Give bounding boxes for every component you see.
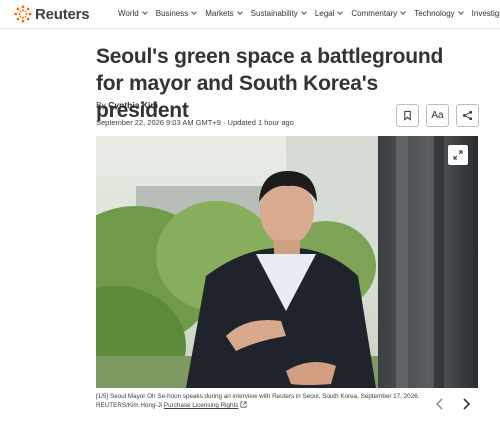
photo-caption: [1/5] Seoul Mayor Oh Se-hoon speaks duri… — [96, 392, 426, 410]
bookmark-icon — [404, 110, 411, 121]
chevron-down-icon — [457, 9, 464, 15]
text-size-button[interactable]: Aa — [426, 104, 449, 127]
author-link[interactable]: Cynthia Kim — [108, 100, 158, 110]
photo-carousel-controls — [432, 396, 474, 412]
nav-item-label: Legal — [314, 9, 335, 18]
nav-item-label: Business — [155, 9, 189, 18]
expand-button[interactable] — [448, 145, 468, 165]
nav-item-label: Investigations — [471, 9, 500, 18]
publish-date: September 22, 2026 9:03 AM GMT+9 · Updat… — [96, 118, 294, 127]
photo-credit: REUTERS/Kim Hong-Ji — [96, 402, 163, 409]
nav-item-markets[interactable]: Markets — [205, 9, 243, 18]
nav-item-commentary[interactable]: Commentary — [351, 9, 407, 18]
nav-item-business[interactable]: Business — [155, 9, 198, 18]
nav-item-label: Sustainability — [250, 9, 298, 18]
next-photo-button[interactable] — [458, 396, 474, 412]
chevron-right-icon — [463, 398, 471, 410]
top-nav: Reuters World Business Markets Sustainab… — [0, 0, 500, 29]
chevron-down-icon — [300, 9, 307, 15]
nav-item-investigations[interactable]: Investigations — [472, 9, 500, 18]
chevron-left-icon — [435, 398, 443, 410]
external-link-icon — [240, 401, 247, 408]
nav-item-label: Technology — [414, 9, 455, 18]
prev-photo-button[interactable] — [432, 396, 448, 412]
share-button[interactable] — [456, 104, 479, 127]
nav-item-world[interactable]: World — [118, 9, 148, 18]
chevron-down-icon — [141, 9, 148, 15]
bookmark-button[interactable] — [396, 104, 419, 127]
chevron-down-icon — [400, 9, 407, 15]
chevron-down-icon — [236, 9, 243, 15]
nav-item-label: World — [118, 9, 139, 18]
nav-item-label: Markets — [205, 9, 234, 18]
licensing-link[interactable]: Purchase Licensing Rights — [164, 402, 239, 409]
nav-item-legal[interactable]: Legal — [314, 9, 344, 18]
photo-image — [96, 136, 478, 388]
nav-item-technology[interactable]: Technology — [414, 9, 464, 18]
article-tools: Aa — [396, 104, 479, 127]
reuters-logo-icon — [14, 5, 32, 23]
nav-item-sustainability[interactable]: Sustainability — [250, 9, 307, 18]
lead-photo[interactable] — [96, 136, 478, 388]
share-icon — [462, 110, 473, 121]
text-size-label: Aa — [431, 110, 444, 121]
section-menu: World Business Markets Sustainability Le… — [118, 9, 500, 18]
expand-icon — [453, 150, 463, 160]
caption-text: Seoul Mayor Oh Se-hoon speaks during an … — [110, 393, 420, 400]
caption-index: [1/5] — [96, 393, 109, 400]
byline-prefix: By — [96, 100, 106, 110]
chevron-down-icon — [191, 9, 198, 15]
brand-name: Reuters — [35, 5, 90, 23]
reuters-logo[interactable]: Reuters — [14, 5, 90, 23]
byline: By Cynthia Kim — [96, 100, 158, 110]
nav-item-label: Commentary — [351, 9, 398, 18]
chevron-down-icon — [337, 9, 344, 15]
